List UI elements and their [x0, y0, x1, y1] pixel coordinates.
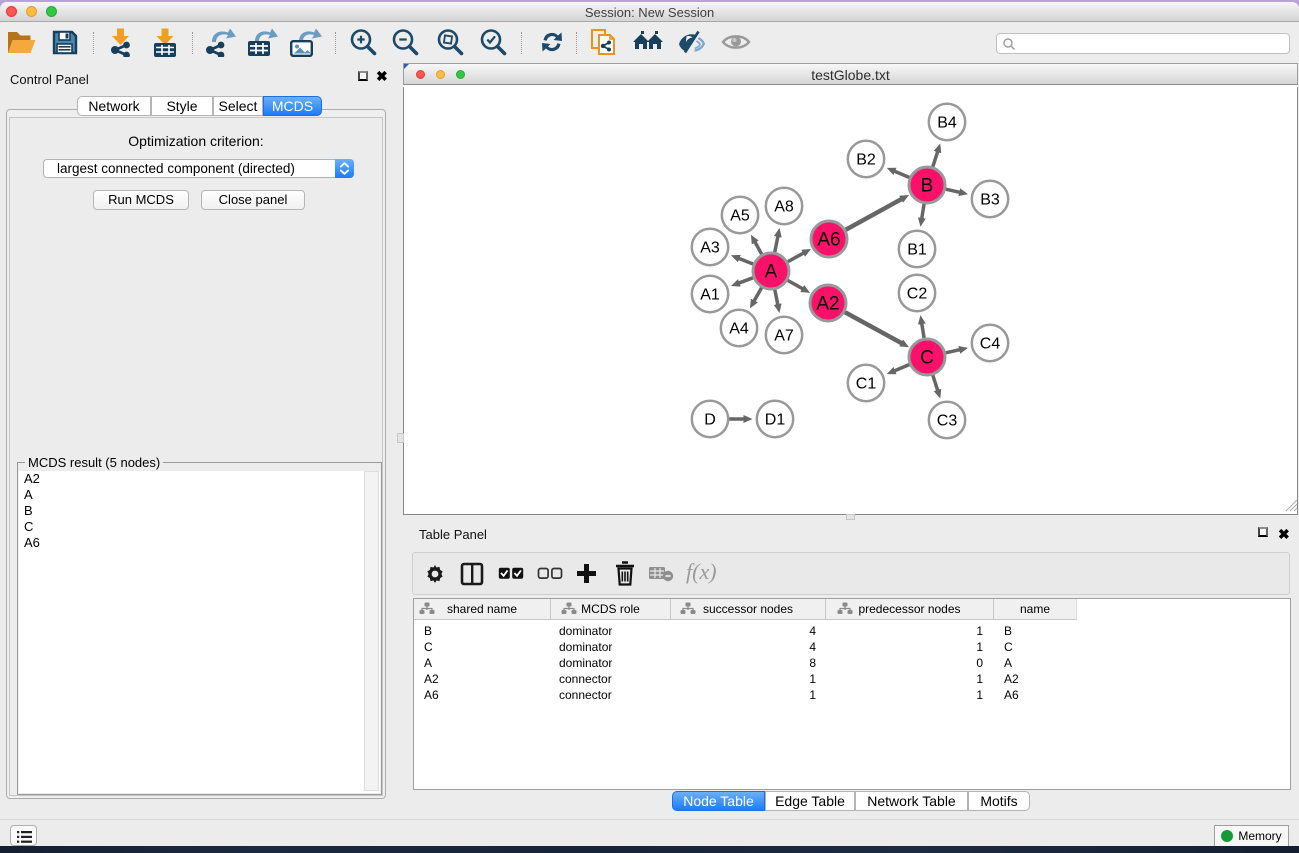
svg-text:B3: B3: [980, 192, 1000, 209]
svg-text:A7: A7: [774, 328, 794, 345]
svg-text:A1: A1: [700, 287, 720, 304]
svg-text:B4: B4: [937, 115, 957, 132]
svg-text:C3: C3: [937, 413, 958, 430]
svg-text:A5: A5: [730, 208, 750, 225]
svg-text:C1: C1: [856, 376, 877, 393]
svg-text:C: C: [920, 348, 934, 369]
svg-text:A: A: [765, 262, 778, 283]
svg-text:C2: C2: [907, 286, 928, 303]
svg-text:A6: A6: [817, 230, 840, 251]
svg-text:A8: A8: [774, 199, 794, 216]
svg-text:A3: A3: [700, 240, 720, 257]
svg-text:C4: C4: [980, 336, 1001, 353]
svg-text:B2: B2: [856, 152, 876, 169]
svg-text:A2: A2: [816, 294, 839, 315]
svg-text:D: D: [704, 412, 716, 429]
svg-text:B1: B1: [907, 242, 927, 259]
svg-text:A4: A4: [729, 321, 749, 338]
svg-text:B: B: [921, 176, 934, 197]
svg-text:D1: D1: [765, 412, 786, 429]
